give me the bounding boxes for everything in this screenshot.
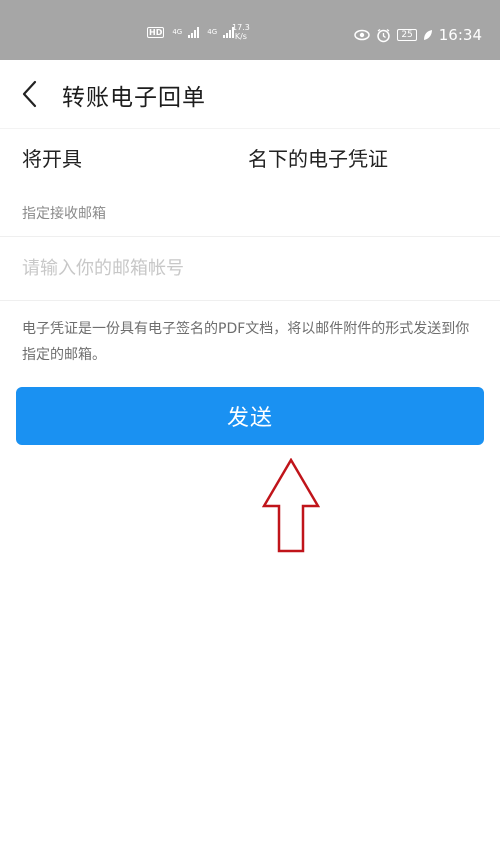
up-arrow-annotation [262,458,320,553]
status-bar: HD 4G 4G 17.3 K/s 25 16:34 [0,0,500,60]
issuer-text-left: 将开具 [22,147,82,171]
status-icons: 25 16:34 [354,26,482,44]
network-type-2: 4G [207,27,218,36]
issuer-text-right: 名下的电子凭证 [248,147,388,171]
eye-icon [354,29,371,41]
divider [0,300,500,301]
network-indicators: HD 4G 4G [147,26,235,38]
battery-indicator: 25 [397,29,417,41]
nav-header: 转账电子回单 [0,60,500,128]
hd-badge: HD [147,26,165,38]
signal-icon [188,26,200,38]
send-button[interactable]: 发送 [16,387,484,445]
clock-time: 16:34 [438,26,482,44]
speed-value: 17.3 [232,23,250,32]
email-input[interactable] [10,246,492,290]
chevron-left-icon[interactable] [20,79,40,109]
info-note: 电子凭证是一份具有电子签名的PDF文档，将以邮件附件的形式发送到你指定的邮箱。 [22,321,470,363]
network-speed: 17.3 K/s [232,23,250,41]
divider [0,236,500,237]
email-label: 指定接收邮箱 [22,206,106,222]
leaf-icon [423,30,432,40]
divider [0,128,500,129]
alarm-clock-icon [377,28,391,42]
speed-unit: K/s [234,32,247,41]
network-type-1: 4G [172,27,183,36]
page-title: 转账电子回单 [62,85,206,111]
